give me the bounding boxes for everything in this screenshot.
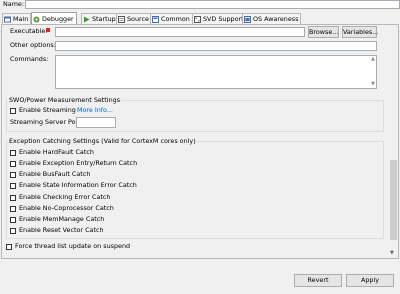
svd-icon [194,15,201,23]
scrollbar-thumb[interactable] [390,160,397,240]
checkbox-box[interactable] [10,107,16,114]
play-icon [83,16,90,23]
variables-button[interactable]: Variables... [342,26,378,38]
memmanage-catch-checkbox[interactable]: Enable MemManage Catch [10,215,104,224]
checkbox-box[interactable] [6,243,12,250]
checkbox-box[interactable] [10,216,16,223]
scroll-up-icon[interactable]: ▲ [371,57,375,62]
reset-vector-catch-checkbox[interactable]: Enable Reset Vector Catch [10,226,104,235]
force-thread-list-update-checkbox[interactable]: Force thread list update on suspend [6,242,130,251]
busfault-catch-checkbox[interactable]: Enable BusFault Catch [10,170,90,179]
checkbox-box[interactable] [10,205,16,212]
streaming-port-label: Streaming Server Port: [10,118,83,126]
commands-textarea[interactable]: ▲ ▼ [55,55,377,89]
checkbox-box[interactable] [10,160,16,167]
checkbox-box[interactable] [10,149,16,156]
tab-svd-support[interactable]: SVD Support [192,13,247,24]
tab-main[interactable]: Main [2,13,32,24]
executable-input[interactable] [55,27,305,37]
scroll-down-icon[interactable]: ▼ [371,82,375,87]
executable-label: Executable: [10,27,48,35]
name-label: Name: [3,0,25,8]
checking-error-catch-checkbox[interactable]: Enable Checking Error Catch [10,193,110,202]
other-options-input[interactable] [55,41,377,51]
no-coprocessor-catch-checkbox[interactable]: Enable No-Coprocessor Catch [10,204,114,213]
other-options-label: Other options: [10,41,56,49]
swo-group-title: SWO/Power Measurement Settings [8,96,122,105]
tab-os-awareness[interactable]: OS Awareness [242,13,302,24]
exception-group-title: Exception Catching Settings (Valid for C… [8,137,197,146]
streaming-port-input[interactable] [76,117,116,128]
tab-source[interactable]: Source [116,13,152,24]
state-information-error-catch-checkbox[interactable]: Enable State Information Error Catch [10,181,137,190]
debugger-icon [33,16,40,23]
error-marker-icon [46,28,50,32]
common-icon [152,15,159,23]
exception-entry-return-catch-checkbox[interactable]: Enable Exception Entry/Return Catch [10,159,137,168]
checkbox-box[interactable] [10,182,16,189]
os-awareness-icon [244,15,251,23]
enable-streaming-checkbox[interactable]: Enable Streaming [10,106,76,115]
more-info-link[interactable]: More Info... [77,106,113,115]
name-input[interactable] [25,0,400,9]
apply-button[interactable]: Apply [346,274,394,287]
checkbox-box[interactable] [10,227,16,234]
scroll-down-arrow-icon[interactable]: ▼ [390,250,394,256]
checkbox-box[interactable] [10,194,16,201]
main-icon [4,16,11,23]
hardfault-catch-checkbox[interactable]: Enable HardFault Catch [10,148,94,157]
tab-common[interactable]: Common [150,13,193,24]
tab-startup[interactable]: Startup [81,13,119,24]
source-icon [118,15,125,23]
checkbox-box[interactable] [10,171,16,178]
revert-button[interactable]: Revert [294,274,342,287]
commands-label: Commands: [10,55,49,63]
browse-button[interactable]: Browse... [308,26,339,38]
